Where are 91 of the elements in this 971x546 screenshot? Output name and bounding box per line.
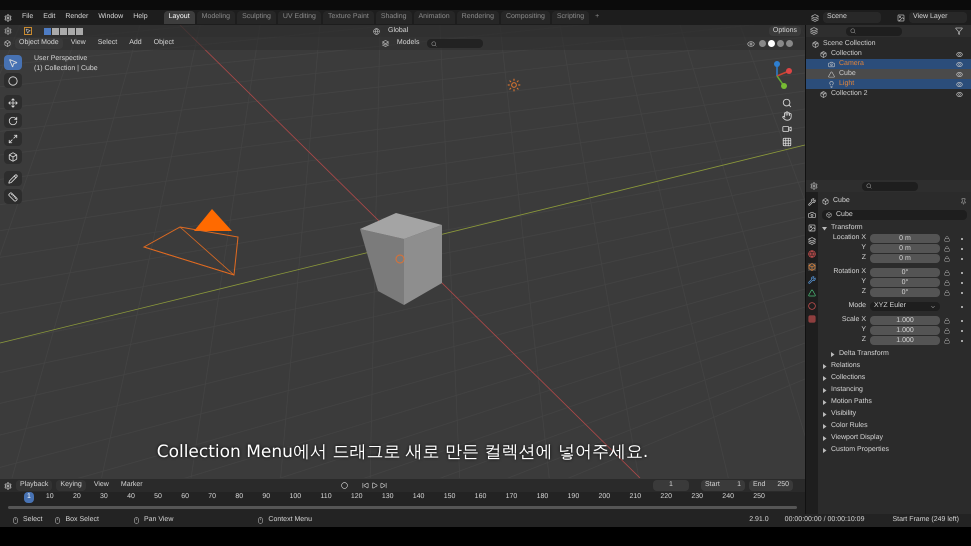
- mouse-icon: [132, 517, 140, 524]
- mouse-icon: [12, 517, 19, 524]
- select-icon[interactable]: [24, 27, 32, 35]
- cursor-icon: [8, 76, 18, 86]
- lock-icon[interactable]: [944, 270, 950, 276]
- object-icon[interactable]: [808, 263, 816, 271]
- tool-button[interactable]: [4, 171, 22, 186]
- collapse-arrow-icon: [822, 436, 827, 440]
- mode-icon: [4, 40, 11, 47]
- ruler-icon: [8, 192, 18, 202]
- move-icon: [8, 98, 18, 108]
- texture-icon[interactable]: [808, 315, 816, 323]
- grid-icon[interactable]: [782, 137, 792, 147]
- box-icon: [812, 40, 819, 48]
- tool-button[interactable]: [4, 131, 22, 146]
- select-icon: [8, 58, 18, 68]
- eye-icon[interactable]: [956, 90, 963, 98]
- zoom-icon[interactable]: [782, 98, 792, 108]
- search-icon: [866, 183, 872, 189]
- collapse-arrow-icon: [822, 388, 827, 392]
- record-icon[interactable]: [340, 482, 348, 489]
- layers-icon[interactable]: [808, 237, 816, 245]
- collapse-arrow-icon: [822, 424, 827, 428]
- camera-view-icon[interactable]: [782, 124, 792, 134]
- search-field[interactable]: [846, 26, 902, 36]
- search-icon: [431, 40, 438, 46]
- axis-gizmo-drawing: [774, 61, 792, 89]
- hand-icon[interactable]: [782, 111, 792, 121]
- search-field[interactable]: [427, 39, 484, 48]
- bulb-icon: [828, 80, 835, 88]
- chevron-icon: [930, 304, 936, 310]
- material-icon[interactable]: [808, 302, 816, 310]
- tool-button[interactable]: [4, 95, 22, 110]
- image-icon[interactable]: [808, 224, 816, 232]
- camera-icon[interactable]: [808, 211, 816, 219]
- collapse-arrow-icon: [822, 412, 827, 416]
- globe-icon[interactable]: [808, 250, 816, 258]
- collapse-arrow-icon: [822, 400, 827, 404]
- collapse-arrow-icon: [830, 352, 835, 357]
- triangle-icon: [828, 70, 835, 78]
- tool-button[interactable]: [4, 149, 22, 164]
- lock-icon[interactable]: [944, 338, 950, 344]
- overlay-icon[interactable]: [747, 40, 755, 48]
- logo-icon[interactable]: [4, 14, 12, 22]
- orientation-icon[interactable]: [373, 28, 380, 34]
- lock-icon[interactable]: [944, 328, 950, 334]
- lock-icon[interactable]: [944, 290, 950, 296]
- editor-type-icon[interactable]: [810, 182, 818, 190]
- eye-icon[interactable]: [956, 80, 963, 88]
- collapse-arrow-icon: [822, 376, 827, 380]
- play-icon[interactable]: [370, 482, 378, 489]
- lock-icon[interactable]: [944, 318, 950, 324]
- select-mode-icons[interactable]: [44, 28, 83, 34]
- lock-icon[interactable]: [944, 236, 950, 242]
- pin-icon[interactable]: [960, 198, 967, 204]
- wrench-icon[interactable]: [808, 276, 816, 284]
- lock-icon[interactable]: [944, 246, 950, 252]
- camera-icon: [828, 60, 835, 68]
- tool-button[interactable]: [4, 73, 22, 88]
- box-icon: [820, 90, 827, 98]
- search-icon: [850, 28, 856, 34]
- shading-buttons[interactable]: [759, 40, 793, 47]
- expand-arrow-icon: [822, 226, 827, 230]
- tool-button[interactable]: [4, 189, 22, 204]
- scale-icon: [8, 134, 18, 144]
- eye-icon[interactable]: [956, 60, 963, 68]
- mouse-icon: [54, 517, 62, 524]
- editor-type-icon[interactable]: [4, 27, 12, 35]
- tool-button[interactable]: [4, 113, 22, 128]
- search-field[interactable]: [862, 182, 918, 190]
- triangle-icon[interactable]: [808, 289, 816, 297]
- jump-end-icon[interactable]: [380, 482, 387, 489]
- object-icon: [822, 198, 829, 204]
- jump-start-icon[interactable]: [362, 482, 369, 489]
- rotate-icon: [8, 116, 18, 126]
- filter-icon[interactable]: [955, 27, 963, 35]
- collapse-arrow-icon: [822, 364, 827, 368]
- eye-icon[interactable]: [956, 70, 963, 78]
- timeline-scrollbar[interactable]: [8, 506, 797, 509]
- mouse-icon: [257, 517, 264, 524]
- transform-icon: [8, 152, 18, 162]
- eye-icon[interactable]: [956, 50, 963, 58]
- lock-icon[interactable]: [944, 280, 950, 286]
- object-icon: [826, 212, 832, 218]
- lock-icon[interactable]: [944, 256, 950, 262]
- pencil-icon: [8, 174, 18, 184]
- light-icon: [507, 78, 521, 92]
- editor-type-icon[interactable]: [4, 482, 12, 490]
- box-icon: [820, 50, 827, 58]
- collapse-arrow-icon: [822, 448, 827, 452]
- tool-button[interactable]: [4, 55, 22, 70]
